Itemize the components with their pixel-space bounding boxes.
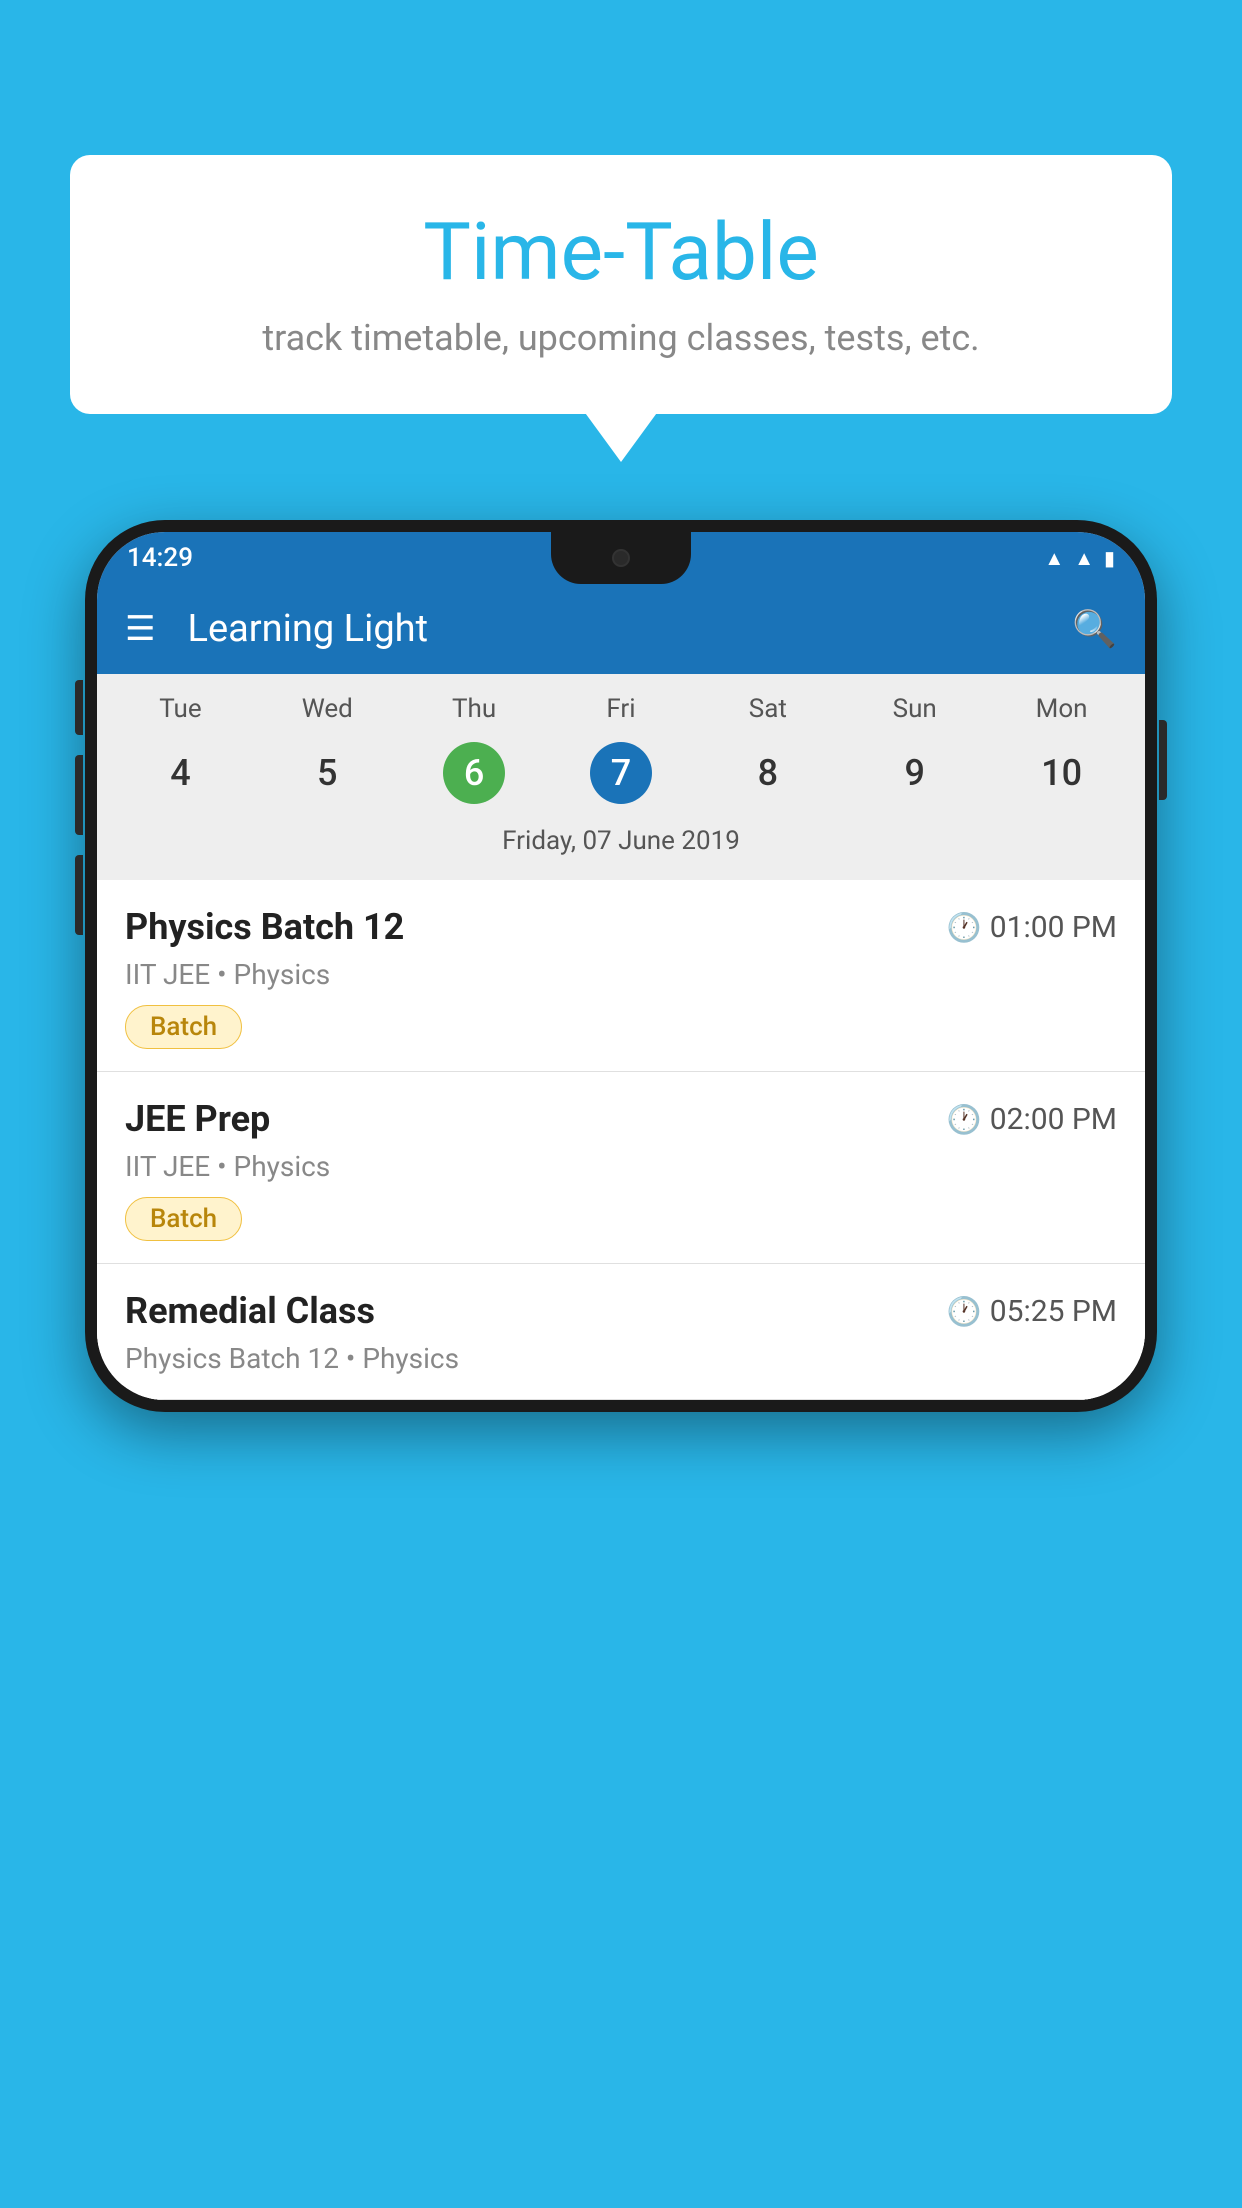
schedule-sub-2: IIT JEE • Physics — [125, 1150, 1117, 1183]
day-name-fri: Fri — [548, 694, 695, 724]
calendar-strip: Tue Wed Thu Fri Sat Sun Mon 4 5 6 7 — [97, 674, 1145, 880]
batch-badge-2: Batch — [125, 1197, 242, 1241]
power-button — [1159, 720, 1167, 800]
schedule-title-1: Physics Batch 12 — [125, 906, 404, 948]
day-8[interactable]: 8 — [694, 734, 841, 812]
bubble-title: Time-Table — [110, 205, 1132, 299]
clock-icon-2: 🕐 — [947, 1103, 982, 1136]
schedule-item-physics-batch[interactable]: Physics Batch 12 🕐 01:00 PM IIT JEE • Ph… — [97, 880, 1145, 1072]
day-5[interactable]: 5 — [254, 734, 401, 812]
battery-icon: ▮ — [1104, 546, 1115, 570]
search-icon[interactable]: 🔍 — [1072, 608, 1117, 650]
day-name-thu: Thu — [401, 694, 548, 724]
status-icons: ▲ ▲ ▮ — [1044, 546, 1115, 571]
day-10[interactable]: 10 — [988, 734, 1135, 812]
phone-screen: 14:29 ▲ ▲ ▮ ☰ Learning Light 🔍 Tue — [97, 532, 1145, 1400]
day-names-row: Tue Wed Thu Fri Sat Sun Mon — [107, 694, 1135, 724]
day-name-wed: Wed — [254, 694, 401, 724]
volume-up-button — [75, 680, 83, 735]
day-9[interactable]: 9 — [841, 734, 988, 812]
schedule-sub-1: IIT JEE • Physics — [125, 958, 1117, 991]
schedule-item-jee-prep[interactable]: JEE Prep 🕐 02:00 PM IIT JEE • Physics Ba… — [97, 1072, 1145, 1264]
volume-down-button — [75, 755, 83, 835]
bubble-subtitle: track timetable, upcoming classes, tests… — [110, 317, 1132, 359]
schedule-time-2: 🕐 02:00 PM — [947, 1102, 1117, 1137]
status-time: 14:29 — [127, 543, 193, 573]
wifi-icon: ▲ — [1044, 546, 1064, 571]
silent-button — [75, 855, 83, 935]
batch-badge-1: Batch — [125, 1005, 242, 1049]
day-name-tue: Tue — [107, 694, 254, 724]
status-bar: 14:29 ▲ ▲ ▮ — [97, 532, 1145, 584]
day-7-selected[interactable]: 7 — [548, 734, 695, 812]
schedule-item-header-3: Remedial Class 🕐 05:25 PM — [125, 1290, 1117, 1332]
schedule-item-remedial[interactable]: Remedial Class 🕐 05:25 PM Physics Batch … — [97, 1264, 1145, 1400]
speech-bubble: Time-Table track timetable, upcoming cla… — [70, 155, 1172, 414]
signal-icon: ▲ — [1074, 546, 1094, 571]
menu-icon[interactable]: ☰ — [125, 612, 155, 646]
day-4[interactable]: 4 — [107, 734, 254, 812]
app-bar: ☰ Learning Light 🔍 — [97, 584, 1145, 674]
day-name-sat: Sat — [694, 694, 841, 724]
day-name-sun: Sun — [841, 694, 988, 724]
schedule-sub-3: Physics Batch 12 • Physics — [125, 1342, 1117, 1375]
clock-icon-3: 🕐 — [947, 1295, 982, 1328]
phone-outer: 14:29 ▲ ▲ ▮ ☰ Learning Light 🔍 Tue — [85, 520, 1157, 1412]
notch — [551, 532, 691, 584]
selected-date-label: Friday, 07 June 2019 — [107, 826, 1135, 870]
clock-icon-1: 🕐 — [947, 911, 982, 944]
day-name-mon: Mon — [988, 694, 1135, 724]
day-numbers-row: 4 5 6 7 8 9 10 — [107, 734, 1135, 812]
schedule-item-header-1: Physics Batch 12 🕐 01:00 PM — [125, 906, 1117, 948]
schedule-time-3: 🕐 05:25 PM — [947, 1294, 1117, 1329]
phone-mockup: 14:29 ▲ ▲ ▮ ☰ Learning Light 🔍 Tue — [85, 520, 1157, 1412]
app-title: Learning Light — [187, 607, 1048, 651]
day-6-today[interactable]: 6 — [401, 734, 548, 812]
schedule-title-2: JEE Prep — [125, 1098, 270, 1140]
schedule-list: Physics Batch 12 🕐 01:00 PM IIT JEE • Ph… — [97, 880, 1145, 1400]
speech-bubble-container: Time-Table track timetable, upcoming cla… — [70, 155, 1172, 414]
schedule-time-1: 🕐 01:00 PM — [947, 910, 1117, 945]
camera — [612, 549, 630, 567]
schedule-title-3: Remedial Class — [125, 1290, 375, 1332]
schedule-item-header-2: JEE Prep 🕐 02:00 PM — [125, 1098, 1117, 1140]
